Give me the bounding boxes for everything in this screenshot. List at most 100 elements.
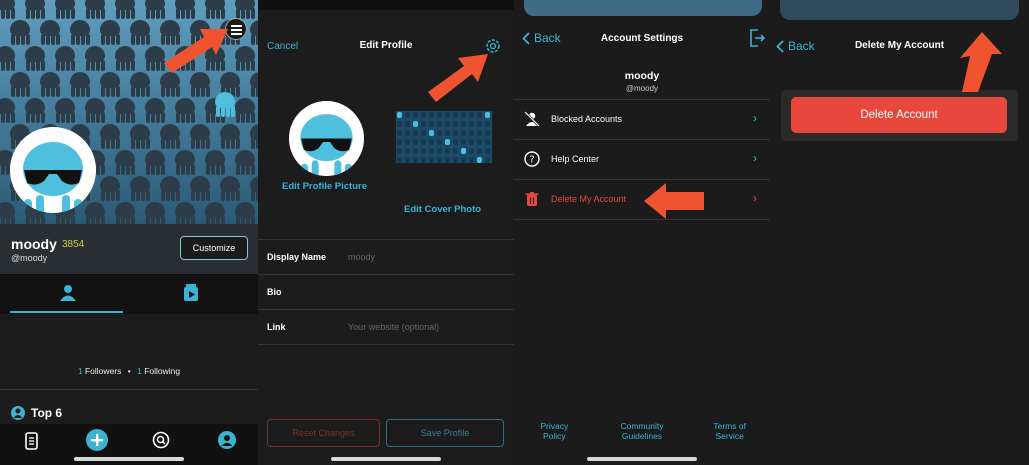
- octopus-pattern-icon: [127, 72, 153, 98]
- cover-pattern-tile: [429, 139, 434, 145]
- delete-account-button[interactable]: Delete Account: [791, 97, 1007, 133]
- bio-label: Bio: [267, 287, 282, 297]
- edit-profile-picture-link[interactable]: Edit Profile Picture: [282, 181, 367, 192]
- bottom-nav: [0, 424, 258, 465]
- settings-row-blocked-accounts[interactable]: Blocked Accounts ›: [514, 100, 770, 140]
- cover-pattern-tile: [485, 112, 490, 118]
- link-field[interactable]: Your website (optional): [348, 322, 439, 332]
- octopus-pattern-icon: [7, 72, 33, 98]
- octopus-pattern-icon: [112, 202, 138, 224]
- home-indicator: [74, 457, 184, 461]
- octopus-pattern-icon: [22, 98, 48, 124]
- avatar[interactable]: [10, 127, 96, 213]
- svg-text:?: ?: [529, 155, 534, 166]
- octopus-pattern-icon: [172, 150, 198, 176]
- octopus-pattern-icon: [22, 0, 48, 20]
- cover-photo-thumbnail[interactable]: [396, 111, 492, 163]
- cover-pattern-tile: [397, 130, 402, 136]
- plus-icon[interactable]: [86, 429, 108, 451]
- octopus-pattern-icon: [187, 72, 213, 98]
- octopus-pattern-icon: [97, 176, 123, 202]
- sheet-top: [524, 0, 762, 16]
- octopus-pattern-icon: [247, 124, 258, 150]
- edit-cover-photo-link[interactable]: Edit Cover Photo: [404, 204, 481, 215]
- profile-picture[interactable]: [289, 101, 364, 176]
- blocked-user-icon: [524, 111, 540, 127]
- following-count[interactable]: 1: [137, 366, 142, 376]
- row-label: Delete My Account: [551, 194, 627, 204]
- settings-row-help-center[interactable]: ? Help Center ›: [514, 140, 770, 180]
- cover-pattern-tile: [421, 121, 426, 127]
- octopus-pattern-icon: [142, 98, 168, 124]
- cover-pattern-tile: [445, 121, 450, 127]
- cover-pattern-tile: [413, 148, 418, 154]
- octopus-pattern-icon: [172, 0, 198, 20]
- logout-icon[interactable]: [749, 29, 765, 47]
- cover-pattern-tile: [397, 139, 402, 145]
- cover-pattern-tile: [485, 157, 490, 163]
- page-title: Edit Profile: [359, 40, 413, 51]
- cover-pattern-tile: [477, 157, 482, 163]
- divider: [258, 274, 514, 275]
- edit-profile-screen: Cancel Edit Profile Edit Profile Picture…: [258, 0, 514, 465]
- octopus-pattern-icon: [112, 46, 138, 72]
- search-icon[interactable]: [152, 431, 170, 449]
- annotation-arrow: [960, 32, 1002, 92]
- divider: [0, 389, 258, 390]
- display-name-field[interactable]: moody: [348, 252, 375, 262]
- octopus-pattern-icon: [172, 98, 198, 124]
- cover-pattern-tile: [469, 112, 474, 118]
- handle: @moody: [625, 84, 659, 93]
- video-tab-icon[interactable]: [183, 284, 199, 302]
- followers-label[interactable]: Followers: [85, 366, 121, 376]
- octopus-pattern-icon: [97, 20, 123, 46]
- cover-pattern-tile: [445, 139, 450, 145]
- octopus-pattern-icon: [232, 150, 258, 176]
- save-profile-button[interactable]: Save Profile: [386, 419, 504, 447]
- footer-links: Privacy Policy Community Guidelines Term…: [514, 421, 770, 441]
- cover-pattern-tile: [453, 121, 458, 127]
- cover-pattern-tile: [405, 148, 410, 154]
- terms-of-service-link[interactable]: Terms of Service: [707, 421, 753, 441]
- divider: [258, 344, 514, 345]
- cover-pattern-tile: [461, 148, 466, 154]
- settings-row-delete-account[interactable]: Delete My Account ›: [514, 180, 770, 220]
- cover-pattern-tile: [469, 139, 474, 145]
- cover-pattern-tile: [413, 139, 418, 145]
- cover-pattern-tile: [461, 157, 466, 163]
- annotation-arrow: [428, 54, 488, 102]
- annotation-arrow: [164, 29, 228, 73]
- octopus-pattern-icon: [202, 202, 228, 224]
- cover-pattern-tile: [485, 148, 490, 154]
- cover-pattern-tile: [453, 157, 458, 163]
- reset-changes-button[interactable]: Reset Changes: [267, 419, 380, 447]
- octopus-pattern-icon: [127, 124, 153, 150]
- cover-pattern-tile: [405, 157, 410, 163]
- page-title: Account Settings: [600, 33, 684, 44]
- following-label[interactable]: Following: [144, 366, 180, 376]
- score-badge: 3854: [62, 239, 85, 250]
- customize-button[interactable]: Customize: [180, 236, 248, 260]
- active-tab-indicator: [10, 311, 123, 313]
- cover-pattern-tile: [397, 112, 402, 118]
- cover-pattern-tile: [421, 148, 426, 154]
- cover-pattern-tile: [445, 112, 450, 118]
- cover-pattern-tile: [429, 130, 434, 136]
- cover-pattern-tile: [429, 157, 434, 163]
- scroll-icon[interactable]: [24, 432, 40, 450]
- octopus-pattern-icon: [202, 150, 228, 176]
- profile-tab-icon[interactable]: [59, 284, 77, 302]
- followers-count[interactable]: 1: [78, 366, 83, 376]
- account-icon[interactable]: [218, 431, 236, 449]
- cover-pattern-tile: [397, 121, 402, 127]
- help-icon: ?: [524, 151, 540, 167]
- account-settings-screen: Back Account Settings moody @moody Block…: [514, 0, 770, 465]
- octopus-pattern-icon: [157, 124, 183, 150]
- community-guidelines-link[interactable]: Community Guidelines: [612, 421, 672, 441]
- octopus-pattern-icon: [7, 20, 33, 46]
- cover-pattern-tile: [453, 112, 458, 118]
- octopus-pattern-icon: [157, 176, 183, 202]
- cover-pattern-tile: [413, 130, 418, 136]
- privacy-policy-link[interactable]: Privacy Policy: [531, 421, 577, 441]
- octopus-pattern-icon: [97, 72, 123, 98]
